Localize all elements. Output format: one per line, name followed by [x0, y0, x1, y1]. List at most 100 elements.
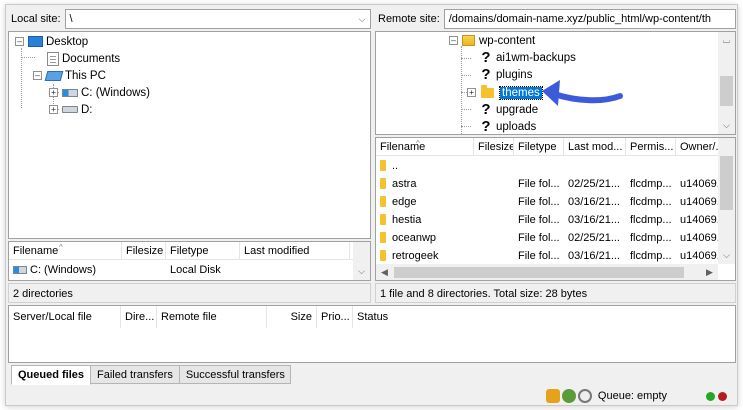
- filezilla-window: Local site: \ ⌵ – Desktop Documents – Th…: [5, 4, 738, 406]
- expand-icon[interactable]: +: [49, 105, 58, 114]
- column-direction[interactable]: Dire...: [121, 306, 157, 328]
- tree-item-documents[interactable]: Documents: [47, 50, 120, 67]
- unknown-folder-icon: ?: [480, 100, 492, 118]
- scrollbar-thumb[interactable]: [720, 76, 733, 106]
- scrollbar-thumb[interactable]: [720, 156, 733, 210]
- tree-item-uploads[interactable]: ? uploads: [479, 117, 537, 135]
- chevron-down-icon[interactable]: ⌵: [718, 117, 735, 134]
- transfer-queue[interactable]: Server/Local file Dire... Remote file Si…: [8, 305, 736, 363]
- speed-limit-icon: [577, 389, 592, 403]
- column-permissions[interactable]: Permis...: [626, 138, 676, 156]
- column-priority[interactable]: Prio...: [317, 306, 353, 328]
- column-filetype[interactable]: Filetype: [514, 138, 564, 156]
- column-remote-file[interactable]: Remote file: [157, 306, 267, 328]
- queue-header: Server/Local file Dire... Remote file Si…: [9, 306, 735, 328]
- column-last-modified[interactable]: Last modified: [240, 242, 350, 260]
- local-site-bar: Local site: \ ⌵: [8, 8, 371, 30]
- column-filename[interactable]: ^ Filename: [376, 138, 474, 156]
- list-item[interactable]: oceanwp File fol... 02/25/21... flcdmp..…: [376, 229, 720, 247]
- unknown-folder-icon: ?: [480, 48, 492, 66]
- chevron-down-icon[interactable]: ⌵: [718, 247, 735, 264]
- expand-icon[interactable]: +: [467, 88, 476, 97]
- tree-item-desktop[interactable]: – Desktop: [15, 33, 88, 50]
- tree-item-label: ai1wm-backups: [496, 51, 576, 64]
- collapse-icon[interactable]: –: [449, 36, 458, 45]
- list-item[interactable]: edge File fol... 03/16/21... flcdmp... u…: [376, 193, 720, 211]
- remote-list-vscrollbar[interactable]: ⌵: [718, 138, 735, 264]
- bottom-status-bar: Queue: empty: [6, 386, 737, 405]
- drive-icon: [62, 106, 78, 113]
- tree-item-label: This PC: [65, 69, 106, 82]
- column-filetype[interactable]: Filetype: [166, 242, 240, 260]
- local-file-list[interactable]: ^ Filename Filesize Filetype Last modifie…: [8, 241, 371, 281]
- folder-icon: [380, 232, 386, 243]
- column-last-modified[interactable]: Last mod...: [564, 138, 626, 156]
- tree-item-themes[interactable]: + themes: [467, 84, 543, 101]
- tree-item-label: uploads: [496, 120, 537, 133]
- column-owner[interactable]: Owner/...: [676, 138, 720, 156]
- collapse-icon[interactable]: –: [15, 37, 24, 46]
- chevron-up-icon[interactable]: ⌴: [718, 32, 735, 49]
- tree-item-this-pc[interactable]: – This PC: [33, 67, 106, 84]
- upload-led-icon: [706, 391, 715, 401]
- list-item[interactable]: ..: [376, 157, 514, 175]
- windows-drive-icon: [62, 88, 78, 97]
- remote-site-path-combo[interactable]: /domains/domain-name.xyz/public_html/wp-…: [443, 9, 736, 29]
- column-filesize[interactable]: Filesize: [474, 138, 514, 156]
- column-server-local-file[interactable]: Server/Local file: [9, 306, 121, 328]
- tree-item-plugins[interactable]: ? plugins: [479, 66, 532, 83]
- tree-item-label: D:: [81, 103, 93, 116]
- tree-item-c-drive[interactable]: + C: (Windows): [49, 84, 150, 101]
- tree-item-wp-content[interactable]: – wp-content: [449, 32, 535, 49]
- unknown-folder-icon: ?: [480, 117, 492, 135]
- chevron-right-icon[interactable]: ▶: [701, 264, 718, 280]
- lock-icon: [545, 389, 560, 403]
- tree-item-label: Desktop: [46, 35, 89, 48]
- tree-item-label: wp-content: [479, 34, 536, 47]
- download-led-icon: [718, 391, 727, 401]
- document-icon: [47, 51, 59, 66]
- local-site-path-combo[interactable]: \ ⌵: [64, 9, 371, 29]
- scrollbar-thumb[interactable]: [394, 267, 684, 278]
- remote-directory-tree[interactable]: – wp-content ? ai1wm-backups ? plugins +…: [375, 31, 736, 135]
- local-status: 2 directories: [8, 283, 371, 303]
- column-filesize[interactable]: Filesize: [122, 242, 166, 260]
- remote-status: 1 file and 8 directories. Total size: 28…: [375, 283, 736, 303]
- chevron-left-icon[interactable]: ◀: [376, 264, 393, 280]
- local-directory-tree[interactable]: – Desktop Documents – This PC + C: (Wind…: [8, 31, 371, 239]
- list-item[interactable]: astra File fol... 02/25/21... flcdmp... …: [376, 175, 720, 193]
- tree-item-ai1wm-backups[interactable]: ? ai1wm-backups: [479, 49, 576, 66]
- column-filename[interactable]: ^ Filename: [9, 242, 122, 260]
- local-file-list-header: ^ Filename Filesize Filetype Last modifie…: [9, 242, 370, 260]
- list-item[interactable]: retrogeek File fol... 03/16/21... flcdmp…: [376, 247, 720, 265]
- remote-site-path: /domains/domain-name.xyz/public_html/wp-…: [448, 13, 712, 25]
- chevron-down-icon[interactable]: ⌵: [354, 10, 370, 28]
- desktop-icon: [28, 36, 43, 47]
- remote-list-hscrollbar[interactable]: ◀ ▶: [376, 264, 718, 280]
- tab-queued-files[interactable]: Queued files: [11, 365, 92, 385]
- tree-item-label: plugins: [496, 68, 533, 81]
- remote-site-bar: Remote site: /domains/domain-name.xyz/pu…: [375, 8, 736, 30]
- expand-icon[interactable]: +: [49, 88, 58, 97]
- column-size[interactable]: Size: [267, 306, 317, 328]
- list-item[interactable]: C: (Windows) Local Disk: [9, 261, 240, 279]
- tab-failed-transfers[interactable]: Failed transfers: [90, 365, 180, 384]
- local-site-path: \: [69, 13, 73, 25]
- queue-status: Queue: empty: [597, 390, 667, 402]
- queue-tabs: Queued files Failed transfers Successful…: [11, 365, 291, 385]
- remote-file-list[interactable]: ^ Filename Filesize Filetype Last mod... …: [375, 137, 736, 281]
- local-site-label: Local site:: [11, 13, 61, 25]
- tree-item-upgrade[interactable]: ? upgrade: [479, 101, 538, 118]
- column-status[interactable]: Status: [353, 306, 433, 328]
- tree-item-label: upgrade: [496, 103, 539, 116]
- list-item[interactable]: hestia File fol... 03/16/21... flcdmp...…: [376, 211, 720, 229]
- remote-tree-scrollbar[interactable]: ⌴ ⌵: [718, 32, 735, 134]
- tree-item-d-drive[interactable]: + D:: [49, 101, 93, 118]
- folder-icon: [380, 160, 386, 171]
- collapse-icon[interactable]: –: [33, 71, 42, 80]
- tab-successful-transfers[interactable]: Successful transfers: [178, 365, 291, 384]
- folder-icon: [380, 214, 386, 225]
- local-list-scrollbar[interactable]: ⌵: [353, 242, 370, 280]
- annotation-arrow-icon: [542, 80, 623, 106]
- chevron-down-icon[interactable]: ⌵: [353, 263, 370, 280]
